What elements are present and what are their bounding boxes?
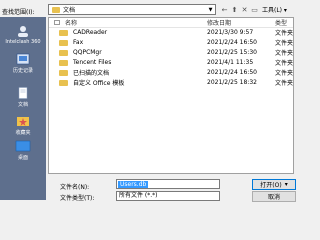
item-type: 文件夹 [275,70,294,77]
cancel-button-label: 取消 [267,194,280,201]
column-header-type[interactable]: 类型 [275,18,287,27]
list-item[interactable]: 已扫描的文档 2021/2/24 16:50 文件夹 [49,68,293,77]
new-folder-button[interactable]: ▭ [250,4,259,15]
back-button[interactable]: ← [220,4,229,15]
item-type: 文件夹 [275,30,294,37]
file-type-label: 文件类型(T): [60,195,95,202]
file-name-value: Users.db [118,181,149,188]
place-label: Intelclash 360 [5,39,41,45]
look-in-combo[interactable]: 文档 ▼ [48,4,216,15]
folder-icon [59,49,68,56]
documents-icon [18,87,28,99]
look-in-value: 文档 [63,7,76,14]
place-documents[interactable]: 文档 [0,87,46,108]
look-in-label: 查找范围(I): [2,9,35,16]
item-name: QQPCMgr [73,49,102,56]
item-type: 文件夹 [275,80,294,87]
list-item[interactable]: QQPCMgr 2021/2/25 15:30 文件夹 [49,48,293,57]
chevron-down-icon[interactable]: ▼ [206,7,215,13]
place-label: 收藏夹 [15,130,31,136]
item-date: 2021/2/25 18:32 [207,79,257,86]
place-label: 文档 [17,102,28,108]
item-date: 2021/4/1 11:35 [207,59,254,66]
new-folder-icon: ▭ [251,5,258,14]
file-name-label: 文件名(N): [60,184,90,191]
select-all-checkbox[interactable] [54,20,60,25]
file-type-value: 所有文件 (*.*) [119,192,158,199]
item-date: 2021/2/24 16:50 [207,39,257,46]
column-header-date[interactable]: 修改日期 [207,18,231,27]
item-type: 文件夹 [275,50,294,57]
tools-menu[interactable]: 工具(L) ▾ [262,5,287,14]
open-button-label: 打开(O) [260,182,282,189]
column-header-name[interactable]: 名称 [65,18,77,27]
up-folder-icon: ⬆ [231,5,238,14]
list-item[interactable]: CADReader 2021/3/30 9:57 文件夹 [49,28,293,37]
list-item[interactable]: 自定义 Office 模板 2021/2/25 18:32 文件夹 [49,78,293,87]
file-type-select[interactable]: 所有文件 (*.*) [116,191,220,201]
places-bar: Intelclash 360 历史记录 文档 收藏夹 桌面 [0,17,46,200]
place-desktop[interactable]: 桌面 [0,140,46,161]
back-arrow-icon: ← [221,5,228,14]
item-date: 2021/3/30 9:57 [207,29,254,36]
folder-icon [52,6,60,13]
file-list: 名称 修改日期 类型 CADReader 2021/3/30 9:57 文件夹 … [48,17,294,174]
item-date: 2021/2/24 16:50 [207,69,257,76]
list-item[interactable]: Tencent Files 2021/4/1 11:35 文件夹 [49,58,293,67]
folder-icon [59,59,68,66]
delete-button[interactable]: ✕ [240,4,249,15]
folder-icon [59,69,68,76]
up-folder-button[interactable]: ⬆ [230,4,239,15]
list-header: 名称 修改日期 类型 [49,18,293,28]
place-user[interactable]: Intelclash 360 [0,25,46,45]
item-name: 自定义 Office 模板 [73,80,125,87]
item-date: 2021/2/25 15:30 [207,49,257,56]
user-icon [18,26,28,37]
open-button[interactable]: 打开(O) ▾ [252,179,296,190]
desktop-icon [15,140,31,152]
item-type: 文件夹 [275,40,294,47]
list-item[interactable]: Fax 2021/2/24 16:50 文件夹 [49,38,293,47]
place-label: 桌面 [17,155,28,161]
folder-icon [59,79,68,86]
item-name: 已扫描的文档 [73,70,110,77]
folder-icon [59,39,68,46]
folder-icon [59,29,68,36]
history-icon [16,53,30,65]
place-history[interactable]: 历史记录 [0,53,46,74]
place-label: 历史记录 [12,68,33,74]
item-name: Tencent Files [73,59,112,66]
cancel-button[interactable]: 取消 [252,191,296,202]
delete-icon: ✕ [241,5,248,14]
place-favorites[interactable]: 收藏夹 [0,115,46,136]
item-type: 文件夹 [275,60,294,67]
item-name: Fax [73,39,84,46]
file-name-input[interactable]: Users.db [116,179,220,189]
chevron-down-icon[interactable]: ▾ [285,181,288,188]
item-name: CADReader [73,29,108,36]
favorites-icon [17,117,29,126]
